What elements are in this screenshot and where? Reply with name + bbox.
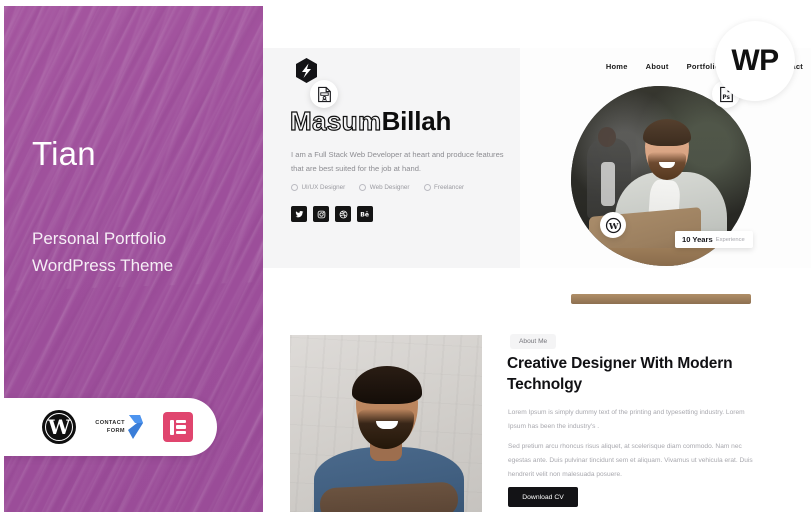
instagram-icon[interactable] (313, 206, 329, 222)
dribbble-icon[interactable] (335, 206, 351, 222)
desk-surface (571, 248, 751, 266)
nav-item-home[interactable]: Home (606, 62, 628, 71)
tian-logo-icon[interactable] (294, 57, 319, 84)
hero-name-first: Masum (289, 106, 382, 136)
wordpress-logo-letter: W (48, 415, 71, 439)
role-chip-web-designer: Web Designer (359, 184, 410, 191)
contact-form-7-logo-icon: CONTACT FORM (95, 414, 144, 440)
wp-marketplace-badge: WP (715, 21, 795, 101)
radio-dot-icon (359, 184, 367, 191)
svg-text:Ps: Ps (722, 95, 730, 101)
experience-badge: 10 Years Experience (675, 231, 753, 248)
about-eyebrow-badge: About Me (510, 334, 557, 349)
role-chip-uiux: UI/UX Designer (291, 184, 345, 191)
about-heading: Creative Designer With Modern Technolgy (507, 355, 733, 393)
role-chip-label: Freelancer (434, 184, 465, 191)
role-chip-freelancer: Freelancer (423, 184, 465, 191)
elementor-row (176, 419, 186, 423)
elementor-rows (176, 419, 186, 435)
hero-tagline: I am a Full Stack Web Developer at heart… (291, 150, 504, 174)
theme-subtitle-line1: Personal Portfolio (32, 229, 167, 248)
elementor-bar (170, 419, 174, 435)
experience-number: 10 Years (682, 235, 713, 244)
cf7-label-line1: CONTACT (95, 419, 125, 426)
desk-foreground (571, 294, 751, 304)
promo-screenshot: Tian Personal Portfolio WordPress Theme … (0, 0, 811, 512)
hero-name: MasumBillah (289, 106, 452, 136)
elementor-row (176, 431, 186, 435)
wordpress-w-icon: W (600, 212, 626, 238)
cf7-arrow-icon (127, 414, 144, 440)
hero-role-list: UI/UX Designer Web Designer Freelancer (291, 184, 464, 191)
twitter-icon[interactable] (291, 206, 307, 222)
role-chip-label: Web Designer (369, 184, 410, 191)
elementor-logo-icon (163, 412, 193, 442)
experience-label: Experience (715, 236, 745, 243)
svg-text:Bē: Bē (360, 211, 369, 218)
svg-text:W: W (607, 221, 618, 231)
radio-dot-icon (423, 184, 431, 191)
about-portrait-photo (290, 335, 482, 512)
wordpress-logo-icon: W (42, 410, 77, 444)
behance-icon[interactable]: Bē (357, 206, 373, 222)
elementor-row (176, 425, 186, 429)
theme-subtitle-line2: WordPress Theme (32, 256, 174, 276)
about-paragraph-2: Sed pretium arcu rhoncus risus aliquet, … (508, 443, 753, 478)
nav-item-about[interactable]: About (646, 62, 669, 71)
theme-subtitle: Personal Portfolio WordPress Theme (32, 225, 247, 279)
radio-dot-icon (291, 184, 298, 191)
role-chip-label: UI/UX Designer (301, 184, 346, 191)
cf7-label-line2: FORM (106, 428, 125, 434)
promo-panel: Tian Personal Portfolio WordPress Theme … (4, 6, 263, 512)
theme-title: Tian (32, 135, 96, 172)
download-cv-button[interactable]: Download CV (508, 487, 578, 507)
contact-form-7-label: CONTACT FORM (95, 419, 125, 435)
hero-name-last: Billah (381, 106, 452, 136)
resume-document-icon (310, 80, 338, 108)
about-paragraph-1: Lorem Ipsum is simply dummy text of the … (508, 409, 745, 430)
social-links[interactable]: Bē (291, 206, 373, 222)
plugin-badges: W CONTACT FORM (4, 398, 217, 456)
hero-subject-hair (643, 119, 691, 146)
